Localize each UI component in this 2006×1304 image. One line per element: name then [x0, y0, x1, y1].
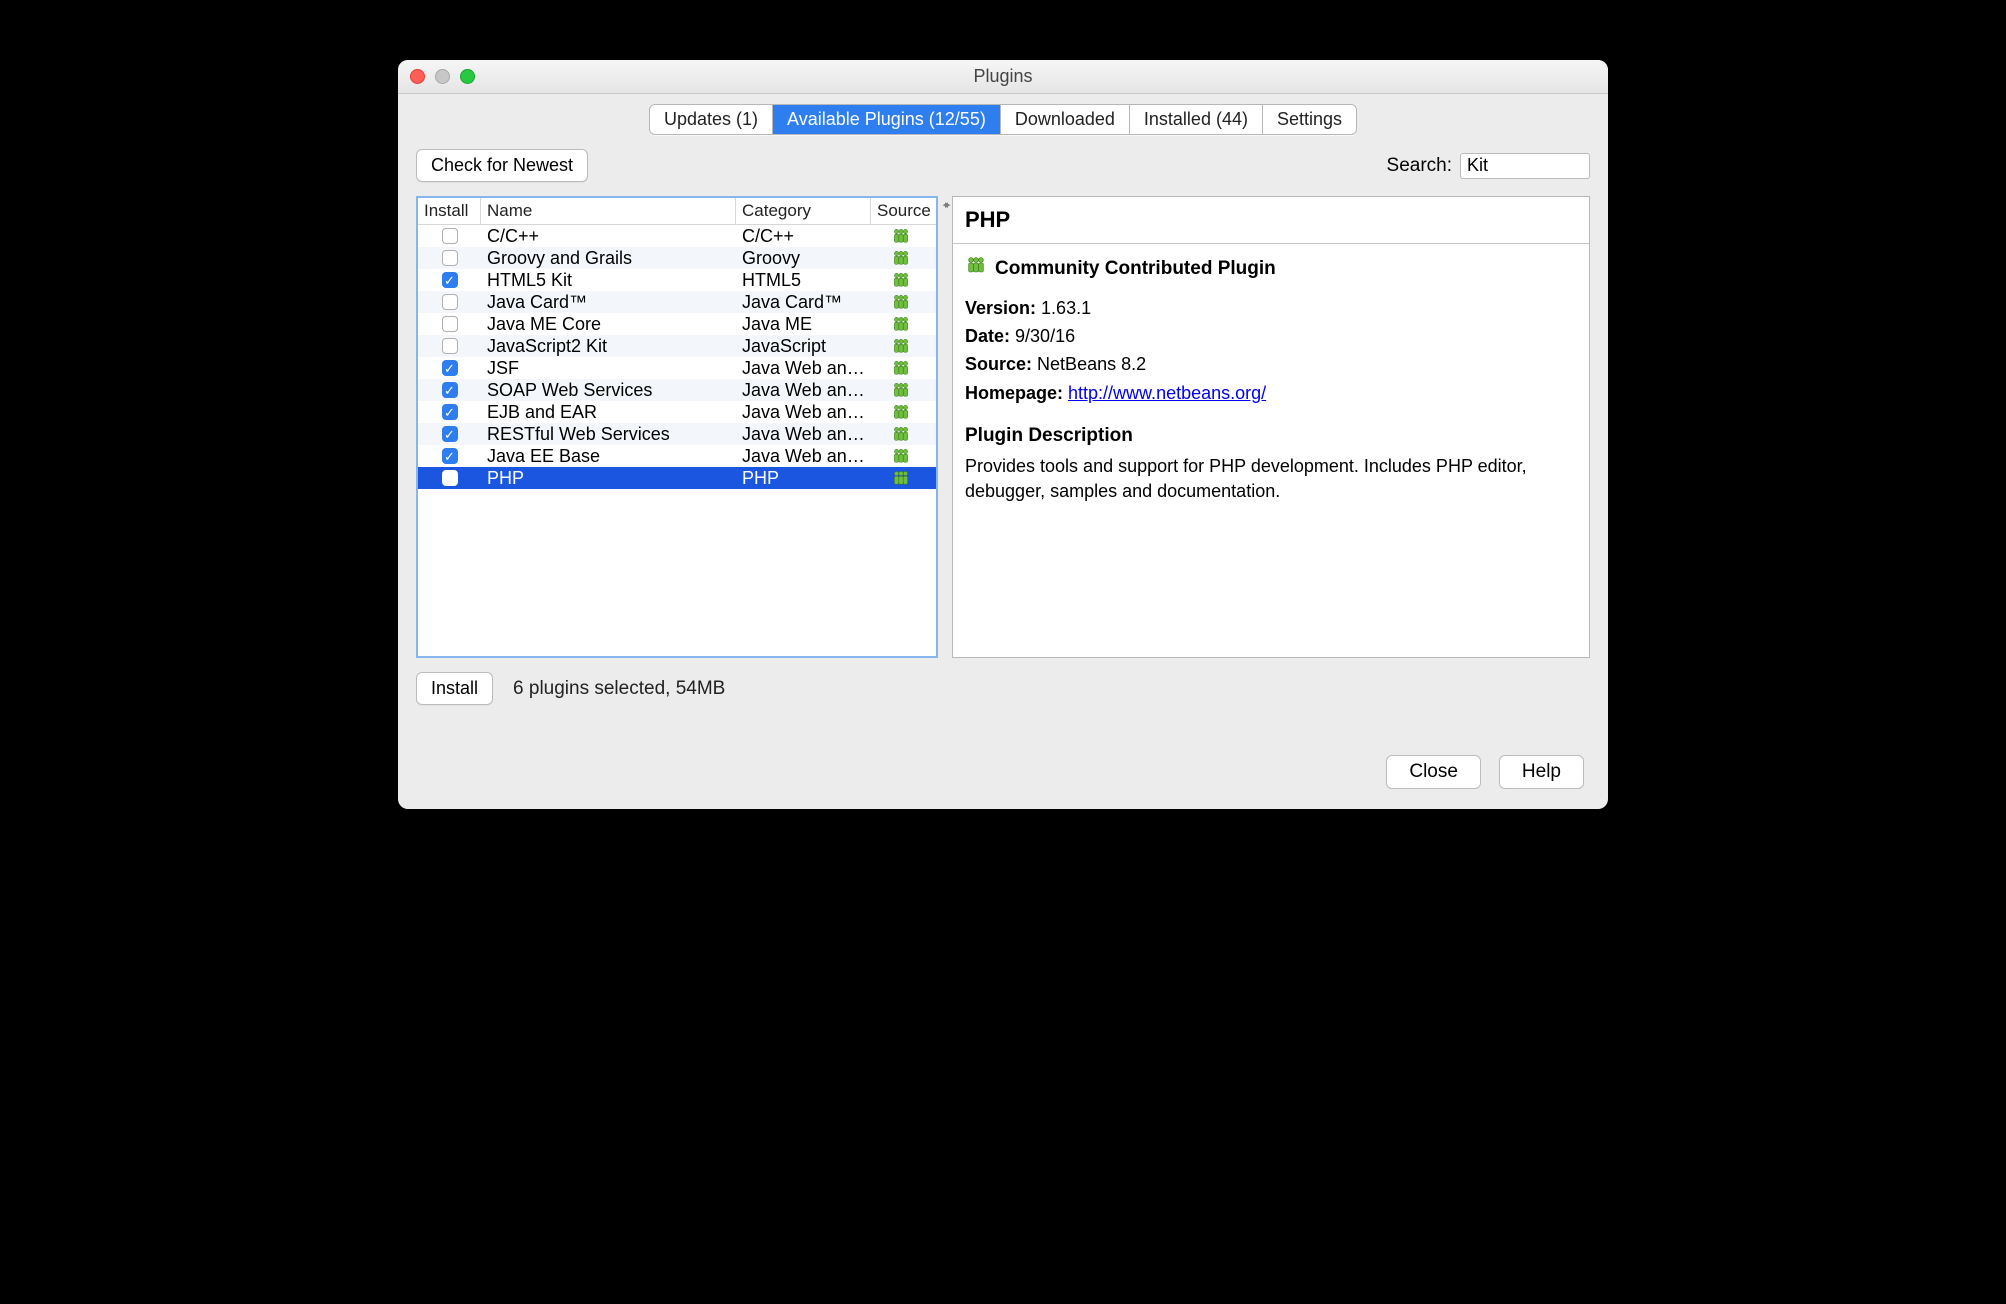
table-row[interactable]: SOAP Web ServicesJava Web and … [418, 379, 936, 401]
plugin-name: Java ME Core [481, 314, 736, 335]
plugin-category: HTML5 [736, 270, 871, 291]
install-checkbox[interactable] [442, 272, 458, 288]
table-row[interactable]: RESTful Web ServicesJava Web and … [418, 423, 936, 445]
plugin-category: Java Web and … [736, 446, 871, 467]
community-icon [871, 470, 931, 486]
install-checkbox[interactable] [442, 294, 458, 310]
table-row[interactable]: EJB and EARJava Web and … [418, 401, 936, 423]
table-row[interactable]: HTML5 KitHTML5 [418, 269, 936, 291]
splitter[interactable]: ◂▸ [938, 196, 952, 658]
community-icon [871, 272, 931, 288]
plugin-name: Groovy and Grails [481, 248, 736, 269]
install-checkbox[interactable] [442, 382, 458, 398]
plugin-name: SOAP Web Services [481, 380, 736, 401]
check-for-newest-button[interactable]: Check for Newest [416, 149, 588, 182]
plugin-name: PHP [481, 468, 736, 489]
search-input[interactable] [1460, 153, 1590, 179]
install-checkbox[interactable] [442, 404, 458, 420]
plugin-category: Java ME [736, 314, 871, 335]
description-heading: Plugin Description [965, 423, 1577, 449]
table-row[interactable]: Java EE BaseJava Web and … [418, 445, 936, 467]
community-icon [871, 338, 931, 354]
community-icon [871, 228, 931, 244]
community-icon [965, 256, 987, 282]
close-button[interactable]: Close [1386, 755, 1481, 789]
date-value: 9/30/16 [1015, 326, 1075, 346]
community-icon [871, 250, 931, 266]
plugin-category: C/C++ [736, 226, 871, 247]
install-checkbox[interactable] [442, 448, 458, 464]
install-checkbox[interactable] [442, 470, 458, 486]
col-install[interactable]: Install [418, 198, 481, 224]
install-button[interactable]: Install [416, 672, 493, 705]
install-checkbox[interactable] [442, 316, 458, 332]
install-checkbox[interactable] [442, 360, 458, 376]
table-row[interactable]: Groovy and GrailsGroovy [418, 247, 936, 269]
community-icon [871, 426, 931, 442]
plugin-category: PHP [736, 468, 871, 489]
plugin-category: Java Web and … [736, 380, 871, 401]
table-row[interactable]: Java ME CoreJava ME [418, 313, 936, 335]
community-icon [871, 404, 931, 420]
plugin-name: HTML5 Kit [481, 270, 736, 291]
col-category[interactable]: Category [736, 198, 871, 224]
table-row[interactable]: Java Card™Java Card™ [418, 291, 936, 313]
search-label: Search: [1387, 155, 1452, 177]
table-row[interactable]: JSFJava Web and … [418, 357, 936, 379]
homepage-label: Homepage: [965, 383, 1063, 403]
homepage-link[interactable]: http://www.netbeans.org/ [1068, 383, 1266, 403]
tab-available-plugins[interactable]: Available Plugins (12/55) [773, 105, 1001, 134]
col-name[interactable]: Name [481, 198, 736, 224]
plugin-category: Groovy [736, 248, 871, 269]
table-row[interactable]: PHPPHP [418, 467, 936, 489]
plugin-name: EJB and EAR [481, 402, 736, 423]
date-label: Date: [965, 326, 1010, 346]
col-source[interactable]: Source [871, 198, 931, 224]
plugin-name: JSF [481, 358, 736, 379]
version-value: 1.63.1 [1041, 298, 1091, 318]
install-checkbox[interactable] [442, 426, 458, 442]
window-title: Plugins [398, 66, 1608, 87]
plugin-category: Java Card™ [736, 292, 871, 313]
tab-settings[interactable]: Settings [1263, 105, 1356, 134]
plugin-name: Java EE Base [481, 446, 736, 467]
plugin-name: C/C++ [481, 226, 736, 247]
install-checkbox[interactable] [442, 250, 458, 266]
tab-bar: Updates (1) Available Plugins (12/55) Do… [398, 94, 1608, 149]
community-label: Community Contributed Plugin [995, 256, 1276, 282]
plugin-name: Java Card™ [481, 292, 736, 313]
source-label: Source: [965, 354, 1032, 374]
plugin-detail-panel: PHP Community Contributed Plugin Version… [952, 196, 1590, 658]
community-icon [871, 360, 931, 376]
tab-updates[interactable]: Updates (1) [650, 105, 773, 134]
source-value: NetBeans 8.2 [1037, 354, 1146, 374]
community-icon [871, 294, 931, 310]
detail-title: PHP [953, 197, 1589, 244]
tab-downloaded[interactable]: Downloaded [1001, 105, 1130, 134]
plugin-category: Java Web and … [736, 358, 871, 379]
selection-status: 6 plugins selected, 54MB [513, 678, 725, 700]
table-row[interactable]: JavaScript2 KitJavaScript [418, 335, 936, 357]
description-text: Provides tools and support for PHP devel… [965, 454, 1577, 503]
plugin-table: Install Name Category Source C/C++C/C++G… [416, 196, 938, 658]
table-row[interactable]: C/C++C/C++ [418, 225, 936, 247]
install-checkbox[interactable] [442, 228, 458, 244]
version-label: Version: [965, 298, 1036, 318]
plugin-name: RESTful Web Services [481, 424, 736, 445]
help-button[interactable]: Help [1499, 755, 1584, 789]
plugin-category: Java Web and … [736, 402, 871, 423]
titlebar: Plugins [398, 60, 1608, 94]
plugins-window: Plugins Updates (1) Available Plugins (1… [398, 60, 1608, 809]
plugin-name: JavaScript2 Kit [481, 336, 736, 357]
install-checkbox[interactable] [442, 338, 458, 354]
community-icon [871, 448, 931, 464]
plugin-category: Java Web and … [736, 424, 871, 445]
tab-installed[interactable]: Installed (44) [1130, 105, 1263, 134]
community-icon [871, 316, 931, 332]
plugin-category: JavaScript [736, 336, 871, 357]
community-icon [871, 382, 931, 398]
